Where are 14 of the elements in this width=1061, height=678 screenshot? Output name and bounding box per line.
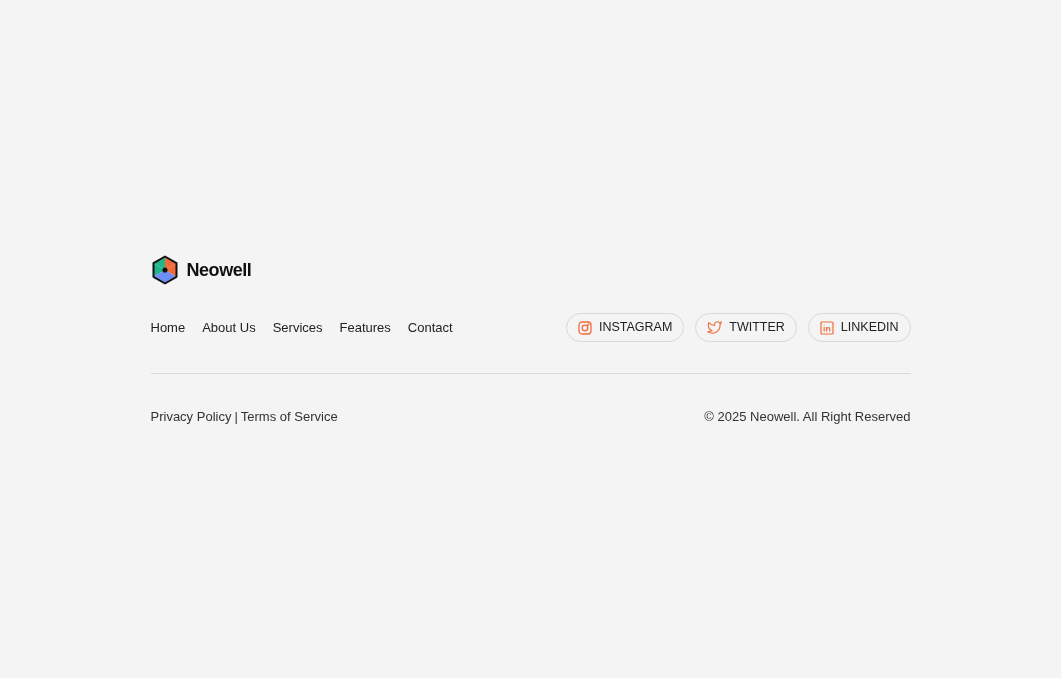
hexagon-logo-icon (150, 255, 179, 285)
legal-link[interactable]: Terms of Service (240, 407, 338, 427)
separator-text: | (234, 408, 238, 426)
legal-link[interactable]: Privacy Policy (150, 407, 232, 427)
nav-link[interactable]: Features (339, 317, 391, 338)
bird-icon (707, 321, 723, 334)
nav-link[interactable]: Services (272, 317, 323, 338)
copyright-text: © 2025 Neowell. All Right Reserved (704, 408, 911, 426)
instagram-icon (577, 320, 592, 335)
linkedin-icon (819, 320, 834, 335)
nav-link[interactable]: Home (150, 317, 186, 338)
nav-link[interactable]: Contact (407, 317, 453, 338)
nav-link[interactable]: About Us (202, 317, 256, 338)
brand-name: Neowell (186, 258, 252, 282)
